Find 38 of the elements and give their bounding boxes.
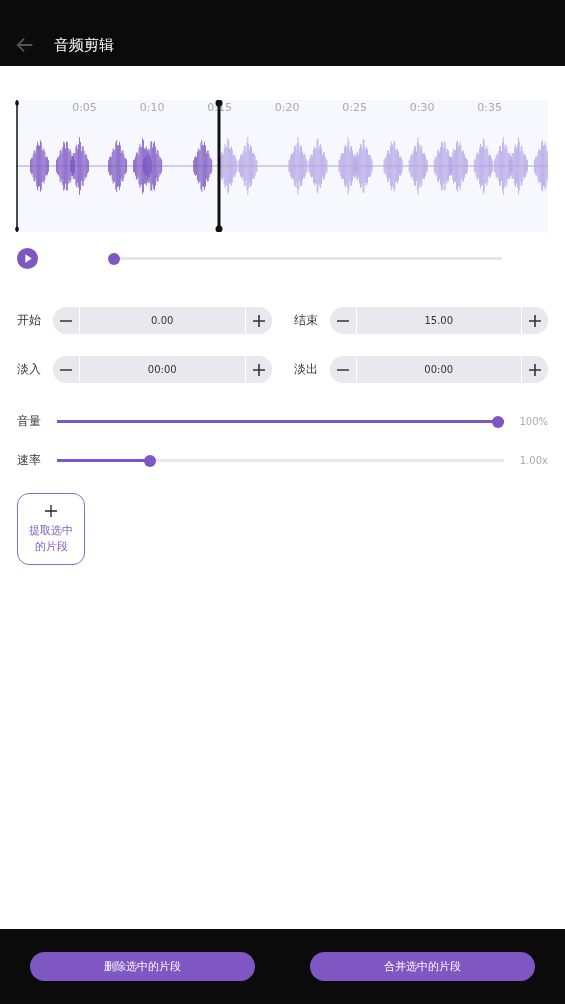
time-label: 0:30	[409, 101, 435, 114]
stepper-field[interactable]: 15.00	[329, 307, 548, 334]
field-label: 淡出	[293, 361, 319, 378]
stepper-field[interactable]: 00:00	[329, 356, 548, 383]
screen-title: 音频剪辑	[54, 35, 114, 55]
time-label: 0:10	[139, 101, 165, 114]
field-label: 淡入	[17, 361, 42, 378]
slider-label: 速率	[17, 452, 42, 469]
plus-icon	[528, 313, 542, 328]
time-label: 0:35	[477, 101, 503, 114]
action-button[interactable]: 合并选中的片段	[310, 952, 535, 981]
minus-icon	[60, 368, 72, 371]
stepper-value: 0.00	[79, 307, 246, 334]
slider-label: 音量	[17, 413, 42, 430]
stepper-field[interactable]: 0.00	[53, 307, 272, 334]
plus-icon	[44, 504, 58, 518]
minus-icon	[336, 319, 349, 322]
time-label: 0:20	[274, 101, 300, 114]
minus-icon	[60, 319, 72, 322]
slider-thumb[interactable]	[144, 454, 156, 467]
stepper-value: 00:00	[79, 356, 246, 383]
selection-start-handle[interactable]	[14, 100, 20, 232]
stepper-field[interactable]: 00:00	[53, 356, 272, 383]
extract-button[interactable]: 提取选中的片段	[17, 493, 85, 565]
field-label: 结束	[293, 312, 319, 329]
slider-reading: 100%	[518, 416, 548, 427]
play-button[interactable]	[17, 248, 38, 269]
slider-thumb[interactable]	[108, 252, 120, 265]
slider-reading: 1.00x	[518, 455, 548, 466]
minus-icon	[336, 368, 349, 371]
plus-icon	[251, 313, 266, 328]
plus-icon	[251, 362, 266, 377]
plus-icon	[528, 362, 542, 377]
action-button[interactable]: 删除选中的片段	[30, 952, 255, 981]
field-label: 开始	[17, 312, 42, 329]
time-label: 0:05	[72, 101, 97, 114]
slider-thumb[interactable]	[492, 415, 504, 428]
time-label: 0:25	[342, 101, 367, 114]
